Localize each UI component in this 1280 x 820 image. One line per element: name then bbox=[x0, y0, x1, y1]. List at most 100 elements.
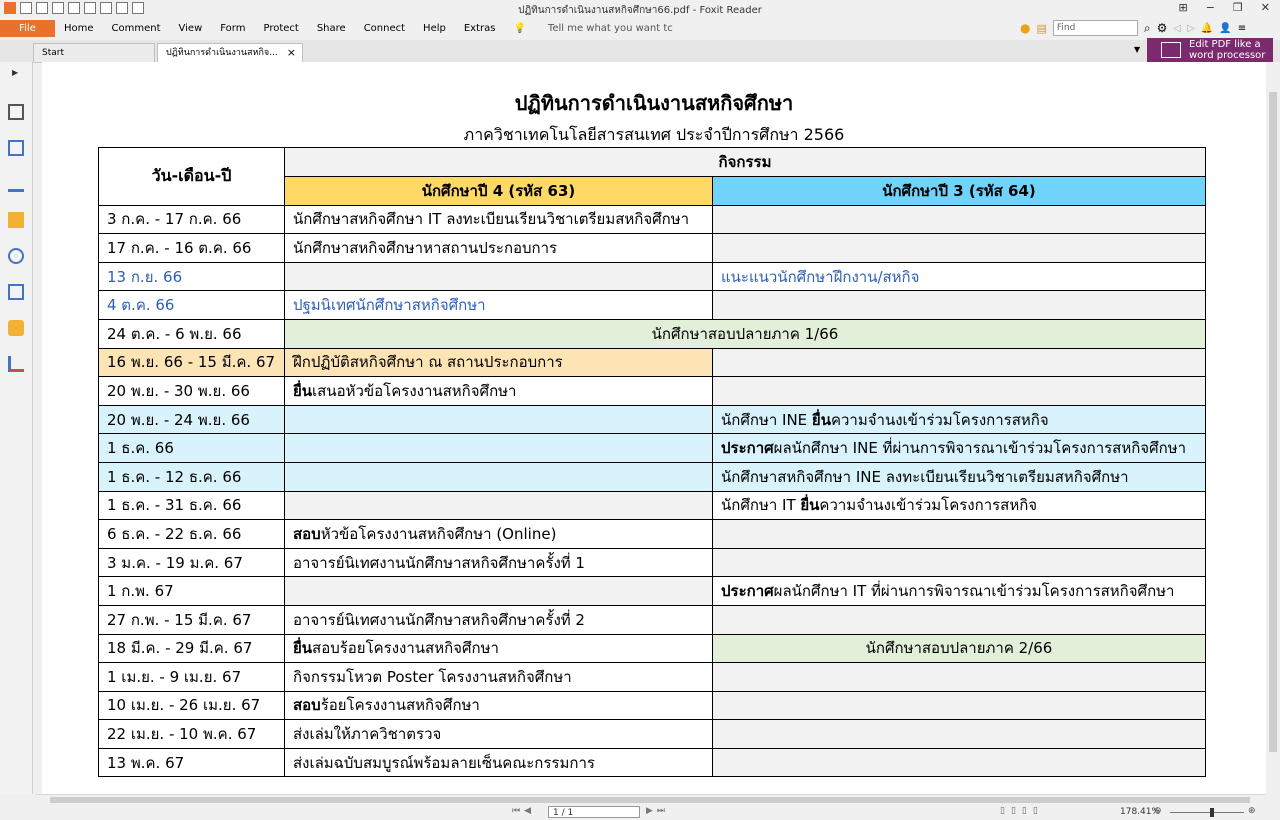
minimize-button[interactable]: − bbox=[1206, 1, 1215, 14]
year4-cell: ส่งเล่มให้ภาควิชาตรวจ bbox=[284, 719, 713, 749]
menu-share[interactable]: Share bbox=[317, 23, 346, 34]
year4-cell: สอบร้อยโครงงานสหกิจศึกษา bbox=[284, 690, 713, 721]
page-thumbnails-icon[interactable] bbox=[8, 104, 24, 120]
year3-exam-cell: นักศึกษาสอบปลายภาค 2/66 bbox=[712, 633, 1206, 664]
bell-icon[interactable]: 🔔 bbox=[1201, 23, 1213, 34]
exam-span-cell: นักศึกษาสอบปลายภาค 1/66 bbox=[284, 318, 1206, 349]
edit-pdf-ad-button[interactable]: Edit PDF like a word processor bbox=[1147, 38, 1273, 62]
year3-cell bbox=[712, 376, 1206, 406]
search-icon[interactable]: ⌕ bbox=[1144, 21, 1151, 36]
table-row: 13 ก.ย. 66 แนะแนวนักศึกษาฝึกงาน/สหกิจ bbox=[98, 261, 1206, 292]
next-last-page-icons[interactable]: ▶⏭ bbox=[646, 806, 669, 816]
table-row: 6 ธ.ค. - 22 ธ.ค. 66 สอบหัวข้อโครงงานสหกิ… bbox=[98, 519, 1206, 549]
page-number-input[interactable]: 1 / 1 bbox=[548, 806, 640, 818]
close-tab-icon[interactable]: × bbox=[287, 44, 296, 62]
table-row: 1 ก.พ. 67 ประกาศผลนักศึกษา IT ที่ผ่านการ… bbox=[98, 576, 1206, 606]
year3-cell bbox=[712, 347, 1206, 378]
first-prev-page-icons[interactable]: ⏮◀ bbox=[512, 806, 535, 816]
year3-cell: แนะแนวนักศึกษาฝึกงาน/สหกิจ bbox=[712, 261, 1206, 292]
date-cell: 24 ต.ค. - 6 พ.ย. 66 bbox=[98, 318, 285, 349]
vertical-scrollbar[interactable] bbox=[1266, 62, 1280, 794]
zoom-out-icon[interactable]: ⊖ bbox=[1154, 806, 1162, 816]
date-cell: 10 เม.ย. - 26 เม.ย. 67 bbox=[98, 690, 285, 721]
signature-icon[interactable] bbox=[8, 284, 24, 300]
gear-icon[interactable]: ⚙ bbox=[1157, 21, 1168, 35]
menu-protect[interactable]: Protect bbox=[263, 23, 298, 34]
tab-document[interactable]: ปฏิทินการดำเนินงานสหกิจ... × bbox=[157, 43, 303, 62]
table-row: 1 เม.ย. - 9 เม.ย. 67 กิจกรรมโหวต Poster … bbox=[98, 662, 1206, 692]
menu-view[interactable]: View bbox=[179, 23, 203, 34]
bookmarks-icon[interactable] bbox=[8, 140, 24, 156]
folder-search-icon[interactable]: ▤ bbox=[1036, 22, 1046, 35]
table-row: 13 พ.ค. 67 ส่งเล่มฉบับสมบูรณ์พร้อมลายเซ็… bbox=[98, 747, 1206, 778]
date-cell: 1 ธ.ค. 66 bbox=[98, 433, 285, 463]
horizontal-scroll-thumb[interactable] bbox=[50, 797, 1250, 803]
menu-connect[interactable]: Connect bbox=[364, 23, 405, 34]
tab-start[interactable]: Start bbox=[33, 43, 155, 62]
find-input[interactable]: Find bbox=[1052, 20, 1138, 36]
year4-cell bbox=[284, 576, 713, 606]
date-cell: 27 ก.พ. - 15 มี.ค. 67 bbox=[98, 604, 285, 635]
year3-cell bbox=[712, 690, 1206, 721]
table-row: 3 ก.ค. - 17 ก.ค. 66 นักศึกษาสหกิจศึกษา I… bbox=[98, 204, 1206, 235]
forward-icon[interactable]: ▷ bbox=[1187, 23, 1195, 34]
menu-help[interactable]: Help bbox=[423, 23, 446, 34]
date-cell: 3 ก.ค. - 17 ก.ค. 66 bbox=[98, 204, 285, 235]
bold-keyword: ยื่น bbox=[293, 381, 313, 400]
zoom-slider[interactable] bbox=[1170, 808, 1244, 817]
menu-form[interactable]: Form bbox=[220, 23, 245, 34]
ribbon-options-icon[interactable]: ⊞ bbox=[1178, 1, 1187, 14]
layers-icon[interactable] bbox=[8, 176, 24, 192]
bold-keyword: ประกาศ bbox=[721, 439, 774, 458]
cell-text: เสนอหัวข้อโครงงานสหกิจศึกษา bbox=[312, 381, 517, 400]
cell-text: ความจำนงเข้าร่วมโครงการสหกิจ bbox=[830, 410, 1049, 429]
file-menu[interactable]: File bbox=[0, 20, 55, 37]
notification-icon[interactable]: ● bbox=[1020, 21, 1030, 35]
date-cell: 13 พ.ค. 67 bbox=[98, 747, 285, 778]
date-cell: 1 ก.พ. 67 bbox=[98, 576, 285, 606]
title-bar: ปฏิทินการดำเนินงานสหกิจศึกษา66.pdf - Fox… bbox=[0, 0, 1280, 18]
restore-button[interactable]: ❐ bbox=[1233, 1, 1243, 14]
year4-cell bbox=[284, 404, 713, 435]
comments-icon[interactable] bbox=[8, 212, 24, 228]
date-cell: 16 พ.ย. 66 - 15 มี.ค. 67 bbox=[98, 347, 285, 378]
zoom-slider-knob[interactable] bbox=[1210, 808, 1214, 817]
close-window-button[interactable]: ✕ bbox=[1261, 1, 1270, 14]
ad-line2: word processor bbox=[1189, 50, 1266, 61]
user-icon[interactable]: 👤 bbox=[1219, 23, 1231, 34]
menu-comment[interactable]: Comment bbox=[112, 23, 161, 34]
table-row: 20 พ.ย. - 30 พ.ย. 66 ยื่นเสนอหัวข้อโครงง… bbox=[98, 376, 1206, 406]
date-cell: 6 ธ.ค. - 22 ธ.ค. 66 bbox=[98, 519, 285, 549]
date-cell: 20 พ.ย. - 24 พ.ย. 66 bbox=[98, 404, 285, 435]
year4-cell: อาจารย์นิเทศงานนักศึกษาสหกิจศึกษาครั้งที… bbox=[284, 547, 713, 578]
year3-cell: ประกาศผลนักศึกษา IT ที่ผ่านการพิจารณาเข้… bbox=[712, 576, 1206, 606]
year4-cell: ส่งเล่มฉบับสมบูรณ์พร้อมลายเซ็นคณะกรรมการ bbox=[284, 747, 713, 778]
year4-cell: อาจารย์นิเทศงานนักศึกษาสหกิจศึกษาครั้งที… bbox=[284, 604, 713, 635]
security-lock-icon[interactable] bbox=[8, 320, 24, 336]
menu-home[interactable]: Home bbox=[64, 23, 94, 34]
vertical-scroll-thumb[interactable] bbox=[1269, 92, 1277, 752]
menu-icon[interactable]: ≡ bbox=[1238, 23, 1246, 34]
ribbon-tabs: Home Comment View Form Protect Share Con… bbox=[64, 23, 691, 34]
year3-cell bbox=[712, 719, 1206, 749]
table-row: 22 เม.ย. - 10 พ.ค. 67 ส่งเล่มให้ภาควิชาต… bbox=[98, 719, 1206, 749]
tab-list-icon[interactable]: ▼ bbox=[1134, 45, 1140, 54]
table-row: 1 ธ.ค. - 31 ธ.ค. 66 นักศึกษา IT ยื่นความ… bbox=[98, 490, 1206, 521]
back-icon[interactable]: ◁ bbox=[1173, 23, 1181, 34]
table-row: 1 ธ.ค. 66 ประกาศผลนักศึกษา INE ที่ผ่านกา… bbox=[98, 433, 1206, 463]
expand-panel-icon[interactable]: ▶ bbox=[12, 68, 18, 77]
year3-cell bbox=[712, 747, 1206, 778]
zoom-in-icon[interactable]: ⊕ bbox=[1248, 806, 1256, 816]
date-cell: 13 ก.ย. 66 bbox=[98, 261, 285, 292]
menu-extras[interactable]: Extras bbox=[464, 23, 496, 34]
tell-me-box[interactable]: Tell me what you want tc bbox=[548, 23, 673, 34]
content-tool-icon[interactable] bbox=[8, 356, 24, 372]
attachments-icon[interactable] bbox=[8, 248, 24, 264]
page-layout-icons[interactable]: ▯▯▯▯ bbox=[1000, 806, 1044, 816]
status-bar: ⏮◀ 1 / 1 ▶⏭ ▯▯▯▯ 178.41% ⊖ ⊕ bbox=[0, 804, 1280, 820]
activity-column-header: กิจกรรม bbox=[284, 147, 1206, 177]
edit-pdf-icon bbox=[1161, 42, 1181, 58]
year3-cell bbox=[712, 233, 1206, 263]
year4-cell: ปฐมนิเทศนักศึกษาสหกิจศึกษา bbox=[284, 290, 713, 320]
table-row: 27 ก.พ. - 15 มี.ค. 67 อาจารย์นิเทศงานนัก… bbox=[98, 604, 1206, 635]
